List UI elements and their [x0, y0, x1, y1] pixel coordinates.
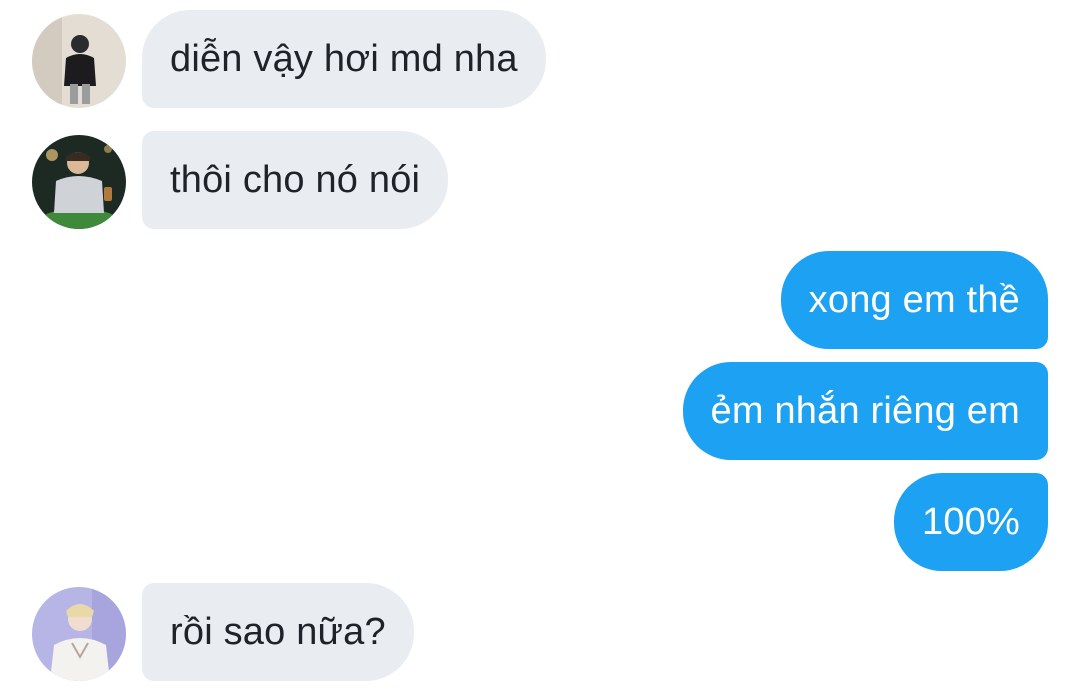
sender-avatar-2[interactable] — [32, 135, 126, 229]
message-thread: diễn vậy hơi md nha thôi cho nó nói xong… — [0, 0, 1080, 694]
message-text: rồi sao nữa? — [170, 611, 386, 653]
message-bubble-incoming[interactable]: rồi sao nữa? — [142, 583, 414, 681]
message-bubble-incoming[interactable]: diễn vậy hơi md nha — [142, 10, 546, 108]
avatar-person-black-jacket-icon — [32, 14, 126, 108]
message-text: xong em thề — [808, 279, 1020, 321]
avatar-person-night-outdoor-icon — [32, 135, 126, 229]
message-text: thôi cho nó nói — [170, 159, 421, 201]
message-bubble-outgoing[interactable]: xong em thề — [780, 251, 1048, 349]
message-text: 100% — [922, 501, 1020, 543]
sender-avatar-3[interactable] — [32, 587, 126, 681]
message-bubble-outgoing[interactable]: 100% — [894, 473, 1048, 571]
message-bubble-outgoing[interactable]: ẻm nhắn riêng em — [682, 362, 1048, 460]
message-bubble-incoming[interactable]: thôi cho nó nói — [142, 131, 449, 229]
message-text: ẻm nhắn riêng em — [710, 390, 1020, 432]
avatar-person-purple-light-icon — [32, 587, 126, 681]
sender-avatar-1[interactable] — [32, 14, 126, 108]
message-text: diễn vậy hơi md nha — [170, 38, 518, 80]
